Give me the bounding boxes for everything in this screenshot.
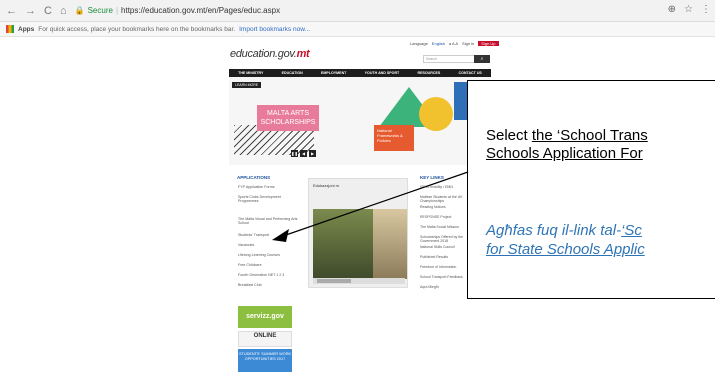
pointer-arrow (272, 171, 469, 242)
